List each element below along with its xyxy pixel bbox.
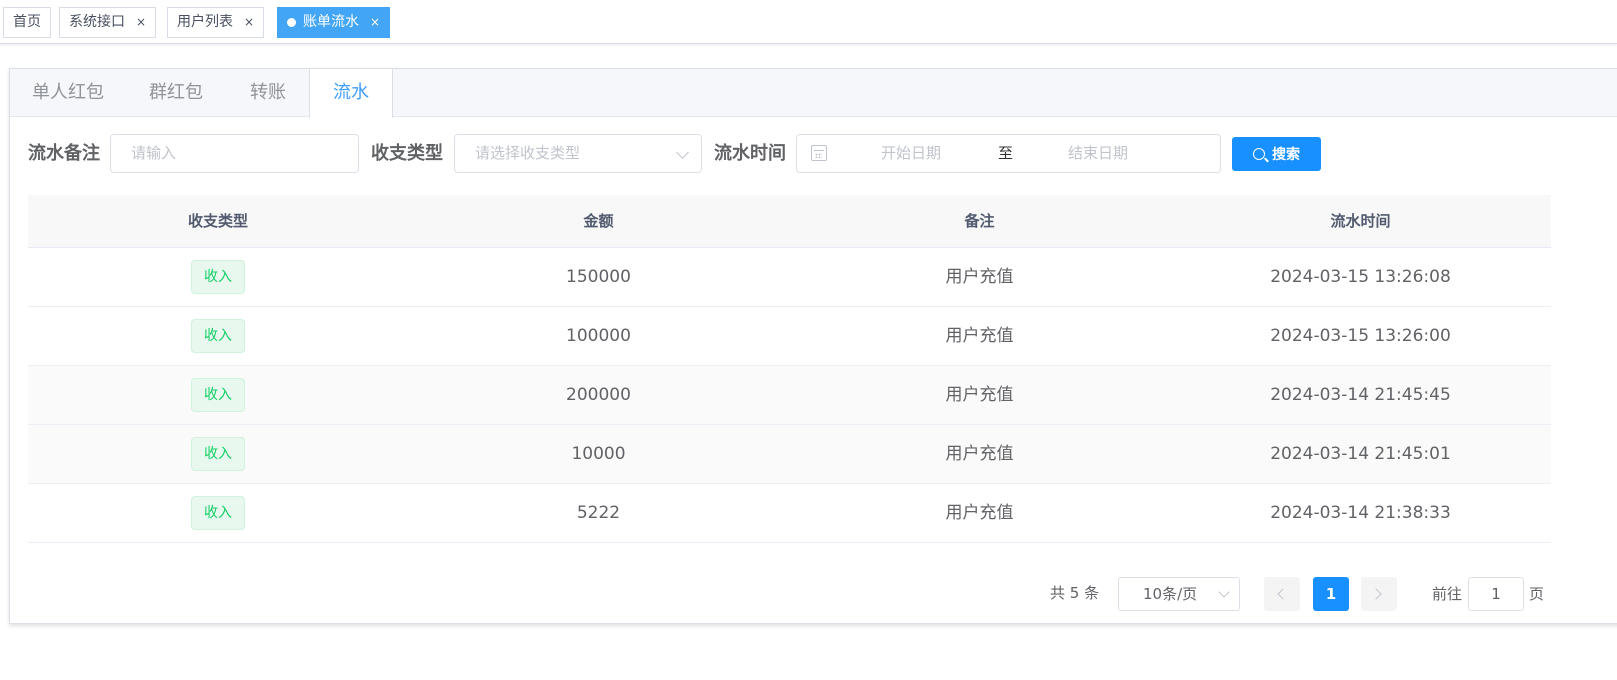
tab-group-red-packet[interactable]: 群红包 xyxy=(126,69,226,117)
active-dot-icon xyxy=(287,18,296,27)
amount-cell: 200000 xyxy=(566,385,631,405)
tag-home[interactable]: 首页 xyxy=(3,7,51,38)
amount-cell: 5222 xyxy=(576,503,621,523)
search-button[interactable]: 搜索 xyxy=(1232,137,1321,171)
bill-card: 单人红包 群红包 转账 流水 流水备注 请输入 收支类型 请选择收支类型 流水时… xyxy=(9,68,1617,624)
income-badge: 收入 xyxy=(191,378,245,412)
page-size-select[interactable]: 10条/页 xyxy=(1118,577,1240,611)
column-type: 收支类型 xyxy=(187,212,248,230)
table-row[interactable]: 收入 10000 用户充值 2024-03-14 21:45:01 xyxy=(28,425,1551,484)
column-time: 流水时间 xyxy=(1330,212,1391,230)
time-cell: 2024-03-14 21:38:33 xyxy=(1270,503,1451,523)
time-cell: 2024-03-15 13:26:00 xyxy=(1270,326,1451,346)
next-page-button[interactable] xyxy=(1361,577,1397,611)
goto-prefix: 前往 xyxy=(1432,585,1463,603)
remark-cell: 用户充值 xyxy=(945,385,1014,405)
tag-bill-flow[interactable]: 账单流水 × xyxy=(277,7,391,38)
tag-label: 系统接口 xyxy=(69,14,125,30)
search-button-label: 搜索 xyxy=(1272,147,1300,163)
type-cell: 收入 xyxy=(28,366,408,424)
remark-cell: 用户充值 xyxy=(945,503,1014,523)
tab-flow[interactable]: 流水 xyxy=(309,69,393,118)
type-cell: 收入 xyxy=(28,248,408,306)
income-badge: 收入 xyxy=(191,496,245,530)
income-badge: 收入 xyxy=(191,260,245,294)
chevron-down-icon xyxy=(1218,586,1230,598)
page-size-value: 10条/页 xyxy=(1143,585,1198,603)
income-badge: 收入 xyxy=(191,437,245,471)
income-badge: 收入 xyxy=(191,319,245,353)
remark-cell: 用户充值 xyxy=(945,444,1014,464)
goto-page-input[interactable]: 1 xyxy=(1468,577,1524,611)
search-icon xyxy=(1253,148,1265,160)
tab-transfer[interactable]: 转账 xyxy=(226,69,310,117)
close-icon[interactable]: × xyxy=(244,8,254,37)
tag-label: 账单流水 xyxy=(303,14,359,30)
tag-user-list[interactable]: 用户列表 × xyxy=(167,7,265,38)
pagination-total: 共 5 条 xyxy=(1050,584,1100,602)
close-icon[interactable]: × xyxy=(136,8,146,37)
time-cell: 2024-03-15 13:26:08 xyxy=(1270,267,1451,287)
type-cell: 收入 xyxy=(28,484,408,542)
remark-cell: 用户充值 xyxy=(945,326,1014,346)
tag-label: 用户列表 xyxy=(177,14,233,30)
chevron-left-icon xyxy=(1277,588,1289,600)
table-header: 收支类型 金额 备注 流水时间 xyxy=(28,195,1551,248)
prev-page-button[interactable] xyxy=(1264,577,1300,611)
tabs-header: 单人红包 群红包 转账 流水 xyxy=(10,69,1617,118)
time-cell: 2024-03-14 21:45:45 xyxy=(1270,385,1451,405)
goto-suffix: 页 xyxy=(1529,585,1545,603)
remark-filter-label: 流水备注 xyxy=(28,143,100,164)
table-row[interactable]: 收入 200000 用户充值 2024-03-14 21:45:45 xyxy=(28,366,1551,425)
time-cell: 2024-03-14 21:45:01 xyxy=(1270,444,1451,464)
remark-cell: 用户充值 xyxy=(945,267,1014,287)
tab-single-red-packet[interactable]: 单人红包 xyxy=(10,69,126,117)
end-date-input[interactable]: 结束日期 xyxy=(1068,135,1128,172)
table-row[interactable]: 收入 5222 用户充值 2024-03-14 21:38:33 xyxy=(28,484,1551,543)
amount-cell: 100000 xyxy=(566,326,631,346)
tags-view-bar: 首页 系统接口 × 用户列表 × 账单流水 × xyxy=(0,0,1617,44)
column-amount: 金额 xyxy=(583,212,614,230)
chevron-right-icon xyxy=(1370,588,1382,600)
column-remark: 备注 xyxy=(964,212,995,230)
type-placeholder: 请选择收支类型 xyxy=(475,144,581,162)
range-separator: 至 xyxy=(998,144,1014,162)
table-row[interactable]: 收入 100000 用户充值 2024-03-15 13:26:00 xyxy=(28,307,1551,366)
tag-system-api[interactable]: 系统接口 × xyxy=(59,7,157,38)
remark-placeholder: 请输入 xyxy=(131,144,177,162)
type-cell: 收入 xyxy=(28,425,408,483)
amount-cell: 10000 xyxy=(571,444,626,464)
amount-cell: 150000 xyxy=(566,267,631,287)
remark-input[interactable]: 请输入 xyxy=(110,134,359,173)
start-date-input[interactable]: 开始日期 xyxy=(881,135,941,172)
close-icon[interactable]: × xyxy=(370,8,380,37)
calendar-icon xyxy=(811,145,827,161)
tag-label: 首页 xyxy=(13,14,41,30)
date-range-picker[interactable]: 开始日期 至 结束日期 xyxy=(796,134,1221,173)
time-filter-label: 流水时间 xyxy=(714,143,786,164)
type-select[interactable]: 请选择收支类型 xyxy=(454,134,702,173)
chevron-down-icon xyxy=(676,146,689,159)
table-row[interactable]: 收入 150000 用户充值 2024-03-15 13:26:08 xyxy=(28,248,1551,307)
type-cell: 收入 xyxy=(28,307,408,365)
page-number-current[interactable]: 1 xyxy=(1313,577,1349,611)
type-filter-label: 收支类型 xyxy=(371,143,443,164)
